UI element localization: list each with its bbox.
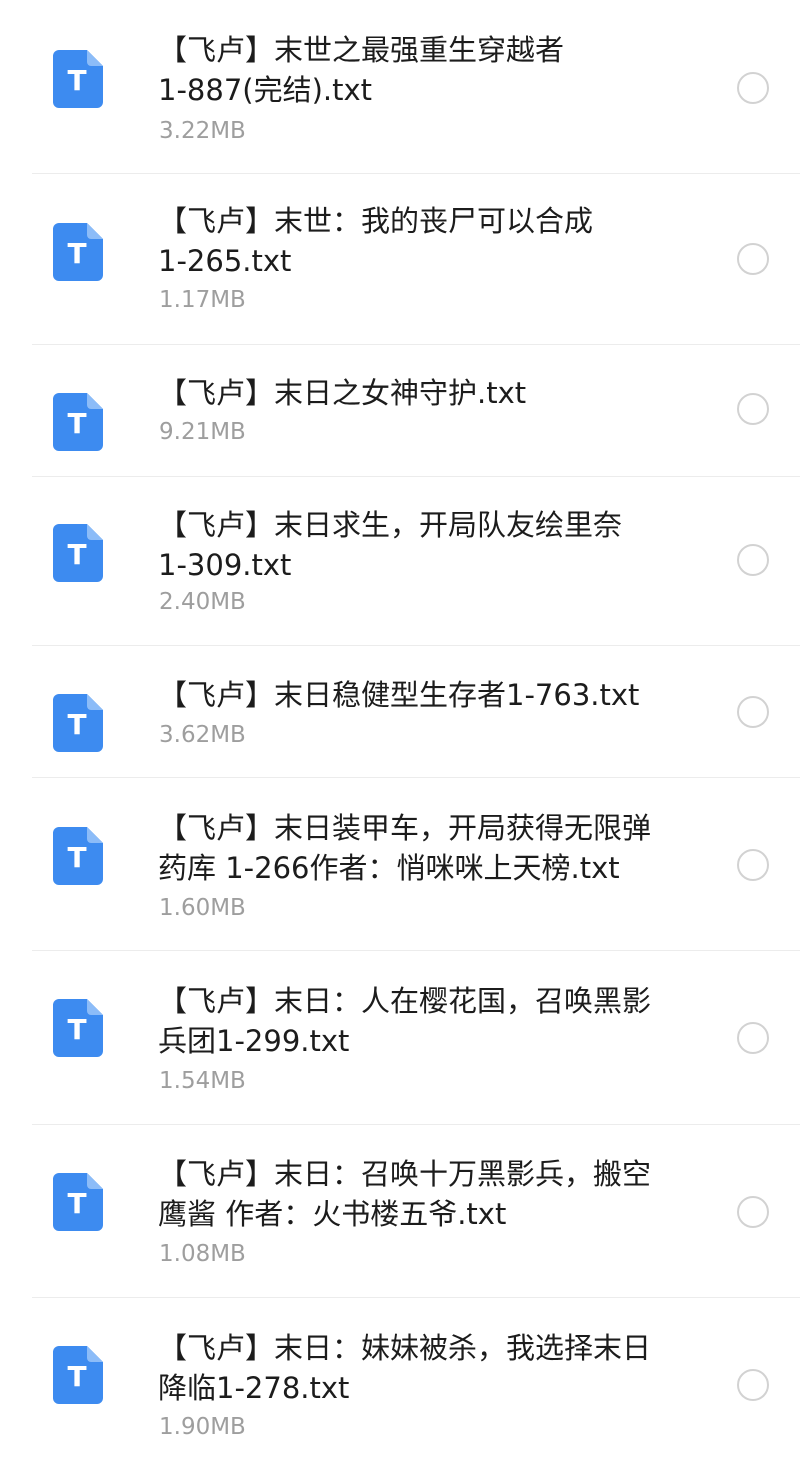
file-name-line: 1-309.txt (158, 548, 292, 582)
text-file-icon: T (53, 223, 103, 281)
text-file-icon: T (53, 1173, 103, 1231)
select-radio[interactable] (737, 696, 769, 728)
file-name-line: 鹰酱 作者：火书楼五爷.txt (158, 1197, 507, 1231)
file-size: 1.90MB (159, 1414, 246, 1440)
file-name-line: 【飞卢】末日装甲车，开局获得无限弹 (158, 811, 652, 845)
file-size: 1.17MB (159, 287, 246, 313)
svg-text:T: T (67, 237, 86, 270)
file-name-line: 1-887(完结).txt (158, 73, 373, 107)
svg-text:T: T (67, 1013, 86, 1046)
file-size: 1.08MB (159, 1241, 246, 1267)
file-size: 2.40MB (159, 589, 246, 615)
file-name: 【飞卢】末日：妹妹被杀，我选择末日 降临1-278.txt (158, 1328, 703, 1408)
file-name: 【飞卢】末日求生，开局队友绘里奈 1-309.txt (158, 505, 703, 585)
file-size: 1.60MB (159, 895, 246, 921)
file-name-line: 【飞卢】末日：人在樱花国，召唤黑影 (158, 984, 652, 1018)
file-row[interactable]: T 【飞卢】末世：我的丧尸可以合成 1-265.txt 1.17MB (0, 174, 800, 344)
file-name-line: 【飞卢】末日之女神守护.txt (158, 376, 527, 410)
file-size: 3.62MB (159, 722, 246, 748)
file-row[interactable]: T 【飞卢】末日之女神守护.txt 9.21MB (0, 345, 800, 476)
text-file-icon: T (53, 50, 103, 108)
svg-text:T: T (67, 841, 86, 874)
file-name: 【飞卢】末日：召唤十万黑影兵，搬空 鹰酱 作者：火书楼五爷.txt (158, 1154, 703, 1234)
svg-text:T: T (67, 1360, 86, 1393)
select-radio[interactable] (737, 72, 769, 104)
file-name-line: 【飞卢】末日：妹妹被杀，我选择末日 (158, 1331, 652, 1365)
file-name-line: 降临1-278.txt (158, 1371, 350, 1405)
file-name-line: 【飞卢】末日稳健型生存者1-763.txt (158, 678, 640, 712)
text-file-icon: T (53, 1346, 103, 1404)
file-name-line: 【飞卢】末日：召唤十万黑影兵，搬空 (158, 1157, 652, 1191)
file-list: T 【飞卢】末世之最强重生穿越者 1-887(完结).txt 3.22MB T … (0, 0, 800, 1469)
file-name-line: 【飞卢】末日求生，开局队友绘里奈 (158, 508, 623, 542)
text-file-icon: T (53, 999, 103, 1057)
file-row[interactable]: T 【飞卢】末日：妹妹被杀，我选择末日 降临1-278.txt 1.90MB (0, 1298, 800, 1469)
file-size: 9.21MB (159, 419, 246, 445)
select-radio[interactable] (737, 1369, 769, 1401)
file-name: 【飞卢】末日之女神守护.txt (158, 373, 703, 413)
text-file-icon: T (53, 524, 103, 582)
file-row[interactable]: T 【飞卢】末日：人在樱花国，召唤黑影 兵团1-299.txt 1.54MB (0, 951, 800, 1124)
svg-text:T: T (67, 407, 86, 440)
file-row[interactable]: T 【飞卢】末日稳健型生存者1-763.txt 3.62MB (0, 646, 800, 777)
select-radio[interactable] (737, 1022, 769, 1054)
file-name-line: 1-265.txt (158, 244, 292, 278)
select-radio[interactable] (737, 393, 769, 425)
file-name-line: 【飞卢】末世之最强重生穿越者 (158, 33, 565, 67)
svg-text:T: T (67, 1187, 86, 1220)
file-name: 【飞卢】末世之最强重生穿越者 1-887(完结).txt (158, 30, 703, 110)
select-radio[interactable] (737, 849, 769, 881)
file-size: 1.54MB (159, 1068, 246, 1094)
text-file-icon: T (53, 393, 103, 451)
select-radio[interactable] (737, 1196, 769, 1228)
svg-text:T: T (67, 708, 86, 741)
file-row[interactable]: T 【飞卢】末世之最强重生穿越者 1-887(完结).txt 3.22MB (0, 0, 800, 173)
select-radio[interactable] (737, 544, 769, 576)
file-row[interactable]: T 【飞卢】末日装甲车，开局获得无限弹 药库 1-266作者：悄咪咪上天榜.tx… (0, 778, 800, 950)
file-name-line: 兵团1-299.txt (158, 1024, 350, 1058)
file-name-line: 药库 1-266作者：悄咪咪上天榜.txt (158, 851, 620, 885)
svg-text:T: T (67, 538, 86, 571)
text-file-icon: T (53, 694, 103, 752)
file-row[interactable]: T 【飞卢】末日求生，开局队友绘里奈 1-309.txt 2.40MB (0, 477, 800, 645)
file-name: 【飞卢】末日：人在樱花国，召唤黑影 兵团1-299.txt (158, 981, 703, 1061)
file-name: 【飞卢】末日装甲车，开局获得无限弹 药库 1-266作者：悄咪咪上天榜.txt (158, 808, 703, 888)
file-size: 3.22MB (159, 118, 246, 144)
file-name: 【飞卢】末日稳健型生存者1-763.txt (158, 675, 703, 715)
file-name: 【飞卢】末世：我的丧尸可以合成 1-265.txt (158, 201, 703, 281)
text-file-icon: T (53, 827, 103, 885)
file-row[interactable]: T 【飞卢】末日：召唤十万黑影兵，搬空 鹰酱 作者：火书楼五爷.txt 1.08… (0, 1125, 800, 1297)
select-radio[interactable] (737, 243, 769, 275)
file-name-line: 【飞卢】末世：我的丧尸可以合成 (158, 204, 594, 238)
svg-text:T: T (67, 64, 86, 97)
